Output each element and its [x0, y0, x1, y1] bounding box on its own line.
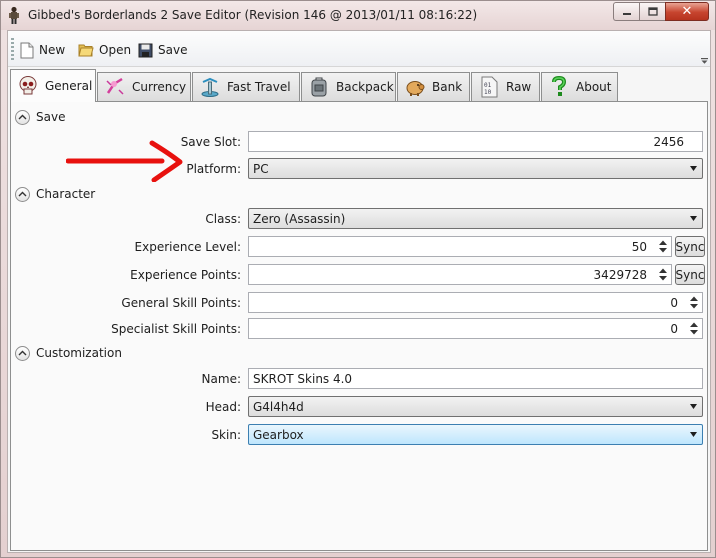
save-label: Save — [158, 43, 188, 57]
close-icon: ✕ — [681, 4, 693, 19]
app-figure-icon — [9, 6, 19, 24]
experience-level-label: Experience Level: — [134, 240, 241, 254]
new-label: New — [39, 43, 66, 57]
collapse-chevron-icon[interactable] — [15, 109, 30, 125]
minimize-button[interactable] — [613, 2, 639, 21]
tab-general-label: General — [45, 79, 93, 93]
toolbar: New Open Save — [8, 31, 710, 67]
about-question-icon — [552, 76, 567, 96]
toolbar-grip[interactable] — [11, 38, 14, 62]
class-select[interactable]: Zero (Assassin) — [248, 208, 703, 229]
skull-icon — [19, 76, 37, 95]
tab-general[interactable]: General — [10, 69, 96, 102]
maximize-button[interactable] — [639, 2, 665, 21]
tab-backpack-label: Backpack — [336, 80, 394, 94]
spinner-icon[interactable] — [689, 295, 699, 310]
dropdown-arrow-icon — [690, 166, 697, 171]
tab-backpack[interactable]: Backpack — [301, 72, 396, 101]
character-section-header[interactable]: Character — [15, 185, 95, 203]
head-select[interactable]: G4l4h4d — [248, 396, 703, 417]
spinner-icon[interactable] — [658, 239, 668, 254]
collapse-chevron-icon[interactable] — [15, 186, 30, 202]
head-label: Head: — [205, 400, 241, 414]
general-skill-points-value: 0 — [670, 295, 678, 310]
spinner-icon[interactable] — [658, 267, 668, 282]
save-slot-field[interactable]: 2456 — [248, 131, 703, 152]
new-file-icon — [20, 42, 34, 58]
maximize-icon — [647, 7, 658, 16]
svg-text:01: 01 — [484, 82, 492, 89]
name-value: SKROT Skins 4.0 — [253, 371, 353, 386]
specialist-skill-points-field[interactable]: 0 — [248, 318, 703, 339]
class-value: Zero (Assassin) — [253, 211, 346, 226]
tab-bank-label: Bank — [432, 80, 463, 94]
open-folder-icon — [78, 44, 94, 57]
toolbar-overflow-icon[interactable] — [701, 58, 708, 64]
specialist-skill-points-value: 0 — [670, 321, 678, 336]
character-section-title: Character — [36, 187, 96, 201]
skin-value: Gearbox — [253, 427, 304, 442]
experience-level-field[interactable]: 50 — [248, 236, 672, 257]
tab-about-label: About — [576, 80, 612, 94]
save-disk-icon — [138, 43, 153, 57]
window-title: Gibbed's Borderlands 2 Save Editor (Revi… — [28, 8, 478, 22]
save-section-title: Save — [36, 110, 66, 124]
sync-level-label: Sync — [675, 239, 705, 254]
close-button[interactable]: ✕ — [665, 2, 709, 21]
tab-fast-travel-label: Fast Travel — [227, 80, 291, 94]
tab-raw[interactable]: 01 10 Raw — [471, 72, 540, 101]
svg-text:10: 10 — [484, 89, 492, 96]
skin-select[interactable]: Gearbox — [248, 424, 703, 445]
dropdown-arrow-icon — [690, 216, 697, 221]
specialist-skill-points-label: Specialist Skill Points: — [111, 322, 241, 336]
tab-currency[interactable]: Currency — [97, 72, 191, 101]
sync-points-label: Sync — [675, 267, 705, 282]
save-section-header[interactable]: Save — [15, 108, 65, 126]
dropdown-arrow-icon — [690, 404, 697, 409]
platform-value: PC — [253, 161, 269, 176]
name-input[interactable]: SKROT Skins 4.0 — [248, 368, 703, 389]
experience-level-value: 50 — [631, 239, 647, 254]
general-skill-points-label: General Skill Points: — [121, 296, 241, 310]
skin-label: Skin: — [211, 428, 241, 442]
sync-points-button[interactable]: Sync — [675, 264, 705, 285]
annotation-arrow-icon — [66, 140, 183, 182]
title-bar[interactable]: Gibbed's Borderlands 2 Save Editor (Revi… — [1, 1, 715, 30]
minimize-icon — [622, 12, 631, 15]
experience-points-label: Experience Points: — [130, 268, 241, 282]
tab-fast-travel[interactable]: Fast Travel — [192, 72, 300, 101]
name-label: Name: — [201, 372, 241, 386]
platform-select[interactable]: PC — [248, 158, 703, 179]
customization-section-title: Customization — [36, 346, 122, 360]
dropdown-arrow-icon — [690, 432, 697, 437]
save-slot-value: 2456 — [653, 134, 684, 149]
currency-icon — [106, 77, 124, 95]
raw-file-icon: 01 10 — [481, 76, 498, 98]
class-label: Class: — [205, 212, 241, 226]
backpack-icon — [311, 77, 327, 97]
spinner-icon[interactable] — [689, 321, 699, 336]
customization-section-header[interactable]: Customization — [15, 344, 122, 362]
piggy-bank-icon — [406, 81, 425, 96]
tab-raw-label: Raw — [506, 80, 532, 94]
main-window: Gibbed's Borderlands 2 Save Editor (Revi… — [0, 0, 716, 558]
sync-level-button[interactable]: Sync — [675, 236, 705, 257]
save-button[interactable]: Save — [138, 39, 187, 61]
window-controls: ✕ — [613, 2, 709, 22]
experience-points-field[interactable]: 3429728 — [248, 264, 672, 285]
client-area: New Open Save General Currency Fast Trav… — [7, 30, 711, 553]
tab-strip: General Currency Fast Travel Backpack Ba… — [10, 69, 710, 102]
tab-currency-label: Currency — [132, 80, 187, 94]
head-value: G4l4h4d — [253, 399, 304, 414]
new-button[interactable]: New — [20, 39, 65, 61]
tab-about[interactable]: About — [541, 72, 618, 101]
collapse-chevron-icon[interactable] — [15, 345, 30, 361]
open-label: Open — [99, 43, 132, 57]
open-button[interactable]: Open — [78, 39, 131, 61]
experience-points-value: 3429728 — [593, 267, 647, 282]
general-skill-points-field[interactable]: 0 — [248, 292, 703, 313]
fast-travel-icon — [201, 77, 219, 97]
tab-bank[interactable]: Bank — [397, 72, 470, 101]
